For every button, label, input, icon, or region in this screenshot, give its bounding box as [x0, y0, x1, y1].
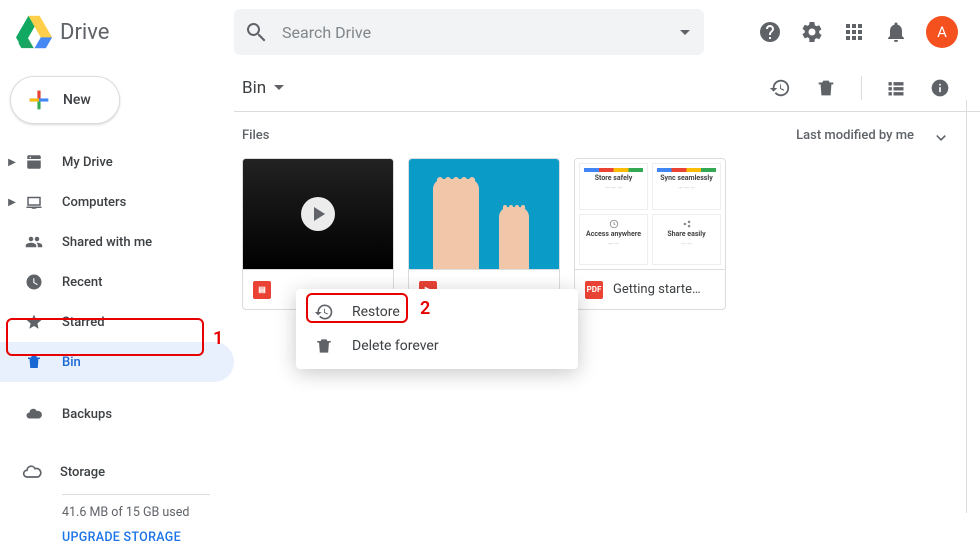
- pdf-type-icon: PDF: [585, 281, 603, 299]
- app-name: Drive: [60, 20, 109, 45]
- expand-icon[interactable]: ▶: [4, 157, 20, 168]
- file-tile[interactable]: ▤: [242, 158, 394, 310]
- file-tile[interactable]: ▶: [408, 158, 560, 310]
- sidebar-item-bin[interactable]: Bin: [0, 342, 234, 382]
- sidebar-item-starred[interactable]: Starred: [0, 302, 234, 342]
- search-placeholder: Search Drive: [282, 23, 680, 42]
- recent-clock-icon: [25, 273, 43, 291]
- file-thumbnail: Store safely··· ··· ··· Sync seamlessly·…: [575, 159, 725, 269]
- sidebar-item-my-drive[interactable]: ▶ My Drive: [0, 142, 234, 182]
- play-icon: [301, 197, 335, 231]
- chevron-down-icon: [274, 85, 284, 90]
- drive-triangle-icon: [16, 14, 52, 50]
- search-input[interactable]: Search Drive: [234, 9, 704, 55]
- apps-grid-icon[interactable]: [842, 20, 866, 44]
- computers-icon: [25, 193, 43, 211]
- shared-icon: [25, 233, 43, 251]
- upgrade-storage-link[interactable]: UPGRADE STORAGE: [62, 530, 234, 545]
- my-drive-icon: [25, 153, 43, 171]
- drive-logo[interactable]: Drive: [16, 14, 234, 50]
- search-options-dropdown-icon[interactable]: [680, 30, 690, 35]
- file-thumbnail: [243, 159, 393, 269]
- trash-icon: [314, 336, 334, 356]
- new-button[interactable]: New: [10, 76, 120, 124]
- sidebar-item-computers[interactable]: ▶ Computers: [0, 182, 234, 222]
- restore-icon: [314, 302, 334, 322]
- scrollbar[interactable]: [966, 100, 980, 513]
- account-avatar[interactable]: A: [926, 16, 958, 48]
- video-type-icon: ▤: [253, 281, 271, 299]
- arrow-down-icon: [932, 126, 950, 144]
- delete-icon[interactable]: [815, 77, 837, 99]
- sidebar-item-storage[interactable]: Storage: [22, 452, 234, 492]
- sidebar: New ▶ My Drive ▶ Computers Shared with m…: [0, 64, 234, 513]
- file-tile[interactable]: Store safely··· ··· ··· Sync seamlessly·…: [574, 158, 726, 310]
- file-thumbnail: [409, 159, 559, 269]
- cloud-outline-icon: [22, 462, 42, 482]
- expand-icon[interactable]: ▶: [4, 197, 20, 208]
- settings-gear-icon[interactable]: [800, 20, 824, 44]
- location-dropdown[interactable]: Bin: [242, 78, 284, 98]
- cloud-icon: [25, 405, 43, 423]
- details-info-icon[interactable]: [930, 78, 950, 98]
- restore-history-icon[interactable]: [769, 77, 791, 99]
- ctx-delete-forever[interactable]: Delete forever: [296, 329, 578, 363]
- section-files-label: Files: [242, 128, 269, 143]
- plus-icon: [25, 86, 53, 114]
- notifications-bell-icon[interactable]: [884, 20, 908, 44]
- sidebar-item-recent[interactable]: Recent: [0, 262, 234, 302]
- list-view-icon[interactable]: [886, 78, 906, 98]
- star-icon: [25, 313, 43, 331]
- trash-icon: [25, 353, 43, 371]
- ctx-restore[interactable]: Restore: [296, 295, 578, 329]
- search-icon: [244, 20, 268, 44]
- sidebar-item-backups[interactable]: Backups: [0, 394, 234, 434]
- sidebar-item-shared[interactable]: Shared with me: [0, 222, 234, 262]
- context-menu: Restore Delete forever: [296, 289, 578, 369]
- help-icon[interactable]: [758, 20, 782, 44]
- sort-dropdown[interactable]: Last modified by me: [796, 126, 950, 144]
